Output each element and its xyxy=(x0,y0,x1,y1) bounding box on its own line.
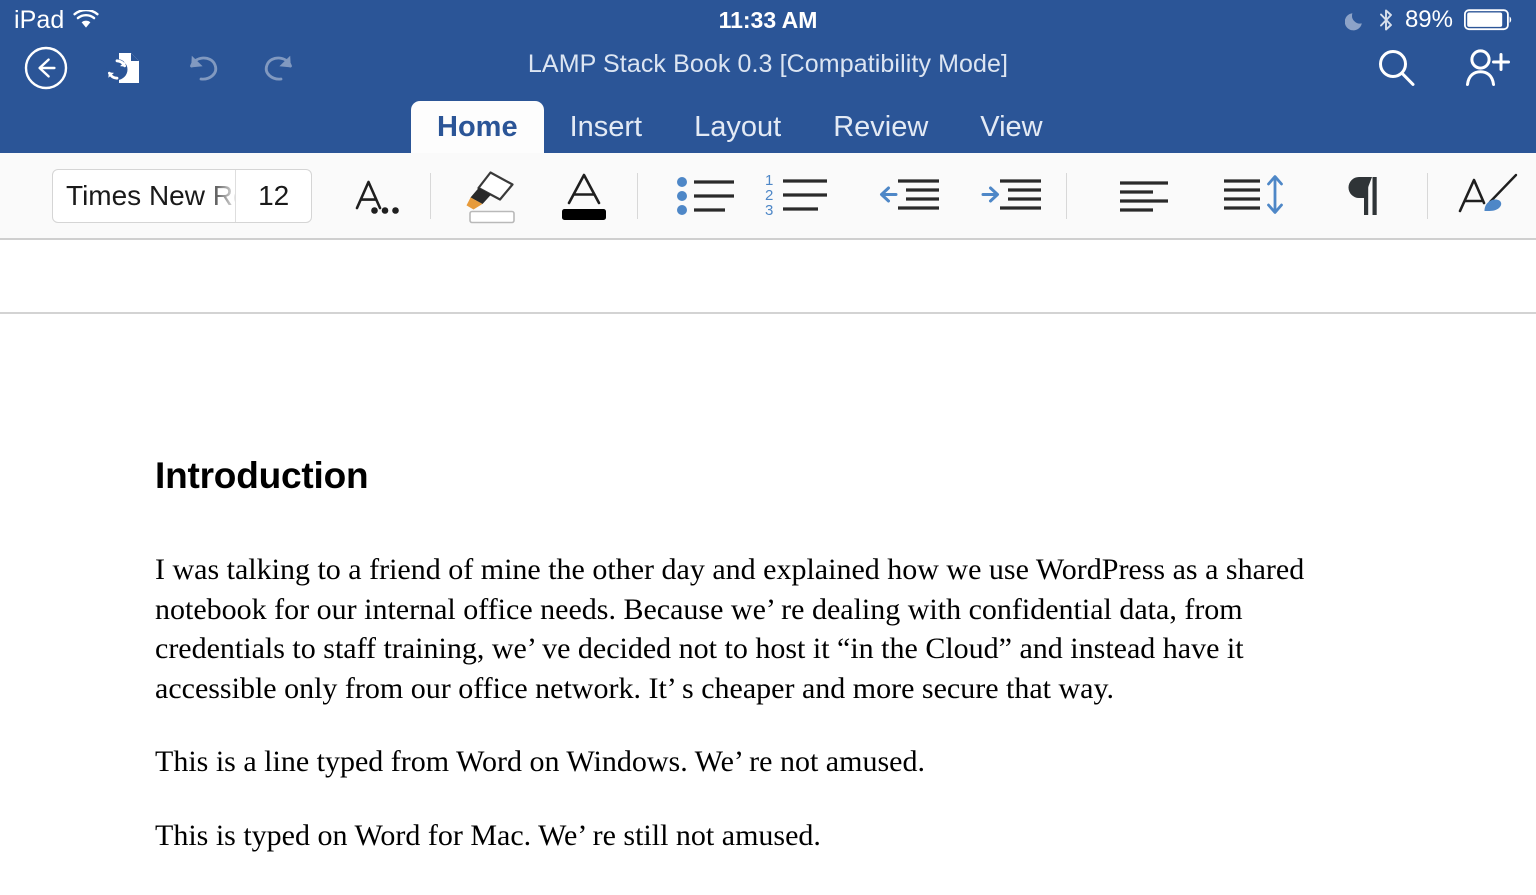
document-body[interactable]: I was talking to a friend of mine the ot… xyxy=(155,550,1345,855)
highlight-color-button[interactable] xyxy=(461,164,523,228)
ribbon-divider xyxy=(637,172,638,219)
command-bar-right-group xyxy=(1372,40,1510,95)
ribbon-divider xyxy=(1427,172,1428,219)
ios-status-bar: iPad 11:33 AM 89% xyxy=(0,0,1536,40)
decrease-indent-button[interactable] xyxy=(880,164,942,228)
line-spacing-icon xyxy=(1220,171,1292,221)
document-paragraph: I was talking to a friend of mine the ot… xyxy=(155,553,1305,705)
svg-text:3: 3 xyxy=(765,202,773,219)
increase-indent-icon xyxy=(978,171,1048,221)
font-color-button[interactable] xyxy=(553,164,615,228)
document-paragraph: This is a line typed from Word on Window… xyxy=(155,745,925,778)
ribbon-divider xyxy=(1066,172,1067,219)
bullet-list-icon xyxy=(675,170,743,222)
status-bar-right: 89% xyxy=(1344,6,1514,33)
battery-icon xyxy=(1464,8,1514,32)
wifi-icon xyxy=(73,10,100,30)
document-canvas[interactable]: Introduction I was talking to a friend o… xyxy=(0,240,1536,895)
decrease-indent-icon xyxy=(876,171,946,221)
styles-brush-icon xyxy=(1454,169,1524,223)
bluetooth-icon xyxy=(1378,8,1394,32)
document-title: LAMP Stack Book 0.3 [Compatibility Mode] xyxy=(527,50,1009,78)
ribbon-tab-strip: Home Insert Layout Review View xyxy=(0,95,1536,153)
status-bar-left: iPad xyxy=(14,5,100,34)
share-invite-button[interactable] xyxy=(1462,44,1510,92)
document-heading: Introduction xyxy=(155,455,369,496)
title-command-bar: LAMP Stack Book 0.3 [Compatibility Mode] xyxy=(0,40,1536,95)
add-person-icon xyxy=(1461,46,1511,90)
font-color-a-icon xyxy=(553,167,615,225)
align-left-button[interactable] xyxy=(1115,164,1177,228)
battery-percent-label: 89% xyxy=(1404,6,1453,33)
highlighter-pen-icon xyxy=(459,166,525,226)
font-name-field[interactable]: Times New Ro xyxy=(53,170,235,222)
tab-insert[interactable]: Insert xyxy=(544,101,669,153)
tab-home[interactable]: Home xyxy=(411,101,544,153)
font-format-a-ellipsis-icon xyxy=(349,170,405,222)
show-formatting-marks-button[interactable] xyxy=(1335,164,1397,228)
search-button[interactable] xyxy=(1372,44,1420,92)
bulleted-list-button[interactable] xyxy=(675,164,743,228)
moon-icon xyxy=(1344,9,1367,31)
increase-indent-button[interactable] xyxy=(981,164,1044,228)
status-bar-clock: 11:33 AM xyxy=(718,6,818,33)
font-picker-group[interactable]: Times New Ro 12 xyxy=(52,168,312,223)
font-formatting-button[interactable] xyxy=(346,164,408,228)
line-spacing-button[interactable] xyxy=(1224,164,1287,228)
device-name-label: iPad xyxy=(14,5,65,34)
numbered-list-icon: 1 2 3 xyxy=(765,169,837,223)
align-left-icon xyxy=(1115,173,1177,219)
numbered-list-button[interactable]: 1 2 3 xyxy=(765,164,832,228)
styles-button[interactable] xyxy=(1458,164,1520,228)
search-icon xyxy=(1374,46,1418,90)
font-size-field[interactable]: 12 xyxy=(235,169,311,222)
document-header-divider xyxy=(0,312,1536,314)
home-ribbon: Times New Ro 12 1 2 3 xyxy=(0,153,1536,240)
tab-review[interactable]: Review xyxy=(807,101,954,153)
tab-view[interactable]: View xyxy=(954,101,1068,153)
pilcrow-icon xyxy=(1342,171,1390,221)
ribbon-divider xyxy=(430,172,431,219)
tab-layout[interactable]: Layout xyxy=(668,101,807,153)
document-paragraph: This is typed on Word for Mac. We’ re st… xyxy=(155,818,821,852)
